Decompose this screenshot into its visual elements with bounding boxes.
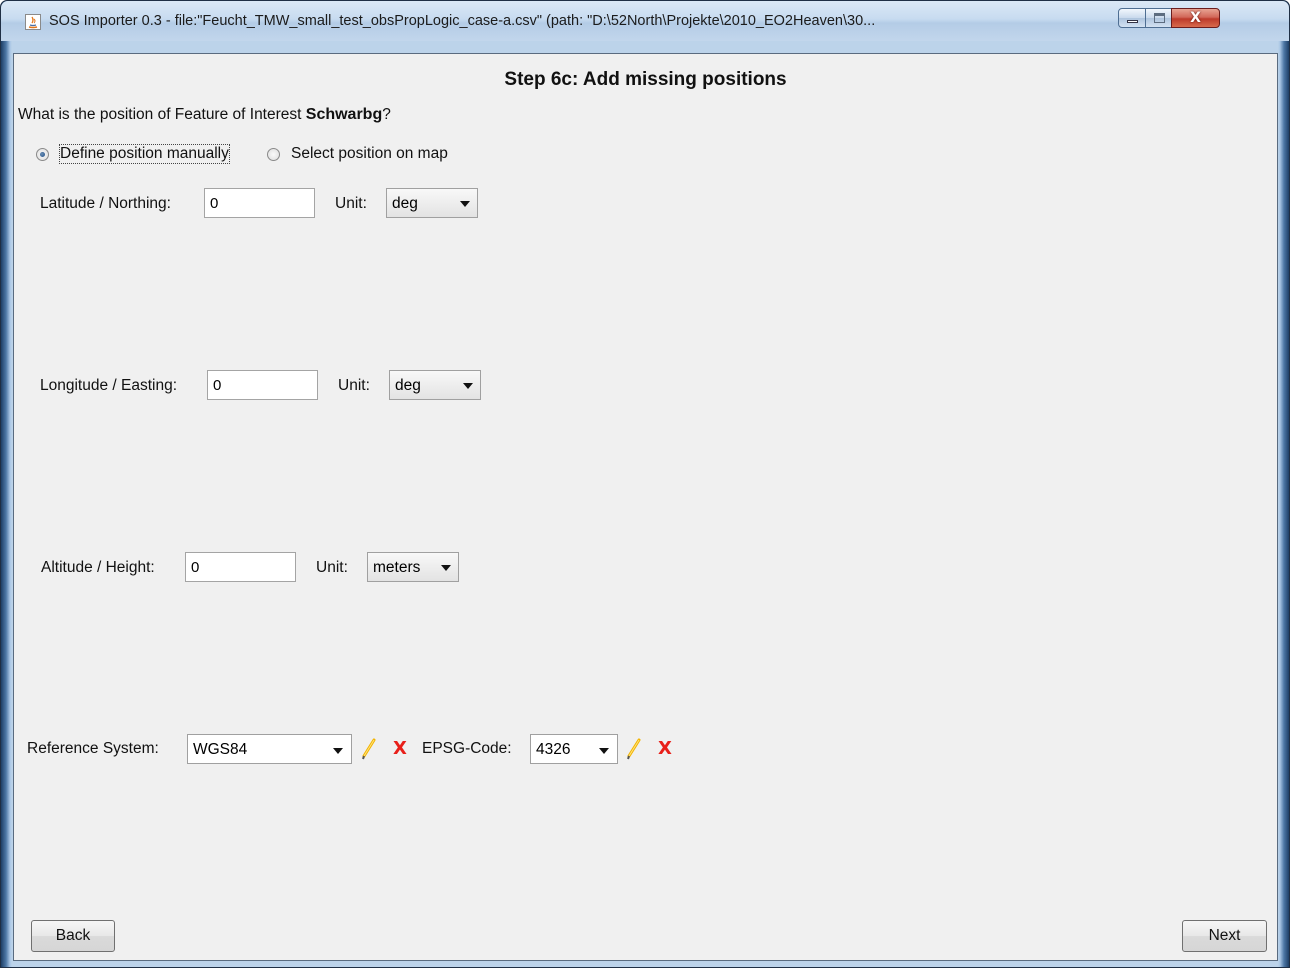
chevron-down-icon: [463, 383, 473, 389]
epsg-code-label: EPSG-Code:: [422, 740, 512, 757]
chevron-down-icon: [333, 748, 343, 754]
latitude-unit-label: Unit:: [335, 195, 367, 212]
java-app-icon: [25, 14, 41, 30]
title-bar[interactable]: SOS Importer 0.3 - file:"Feucht_TMW_smal…: [1, 1, 1289, 41]
define-manually-label[interactable]: Define position manually: [59, 144, 230, 164]
next-button[interactable]: Next: [1182, 920, 1267, 952]
step-heading: Step 6c: Add missing positions: [504, 69, 787, 90]
chevron-down-icon: [460, 201, 470, 207]
epsg-code-select[interactable]: 4326: [530, 734, 618, 764]
close-window-button[interactable]: X: [1171, 8, 1220, 28]
latitude-unit-select[interactable]: deg: [386, 188, 478, 218]
minimize-button[interactable]: [1118, 8, 1146, 28]
question-prefix: What is the position of Feature of Inter…: [18, 106, 306, 123]
select-on-map-label[interactable]: Select position on map: [291, 145, 448, 163]
longitude-label: Longitude / Easting:: [40, 377, 178, 394]
longitude-unit-label: Unit:: [338, 377, 370, 394]
longitude-unit-select[interactable]: deg: [389, 370, 481, 400]
altitude-input[interactable]: 0: [185, 552, 296, 582]
question-suffix: ?: [382, 106, 391, 123]
maximize-button[interactable]: [1145, 8, 1172, 28]
close-icon: X: [1190, 10, 1201, 26]
maximize-icon: [1154, 13, 1165, 23]
altitude-unit-value: meters: [373, 559, 421, 576]
red-x-icon[interactable]: X: [658, 738, 672, 759]
window-title: SOS Importer 0.3 - file:"Feucht_TMW_smal…: [49, 13, 876, 29]
pencil-icon[interactable]: [360, 738, 378, 760]
altitude-label: Altitude / Height:: [41, 559, 155, 576]
feature-of-interest-name: Schwarbg: [305, 106, 383, 123]
pencil-icon[interactable]: [625, 738, 643, 760]
radio-select-on-map[interactable]: [267, 148, 280, 161]
latitude-unit-value: deg: [392, 195, 418, 212]
radio-define-manually[interactable]: [36, 148, 49, 161]
chevron-down-icon: [599, 748, 609, 754]
minimize-icon: [1127, 20, 1138, 23]
red-x-icon[interactable]: X: [393, 738, 407, 759]
chevron-down-icon: [441, 565, 451, 571]
latitude-input[interactable]: 0: [204, 188, 315, 218]
latitude-label: Latitude / Northing:: [40, 195, 171, 212]
reference-system-select[interactable]: WGS84: [187, 734, 352, 764]
reference-system-label: Reference System:: [27, 740, 159, 757]
altitude-unit-label: Unit:: [316, 559, 348, 576]
altitude-unit-select[interactable]: meters: [367, 552, 459, 582]
epsg-code-value: 4326: [536, 741, 571, 758]
position-question: What is the position of Feature of Inter…: [18, 106, 391, 124]
longitude-input[interactable]: 0: [207, 370, 318, 400]
back-button[interactable]: Back: [31, 920, 115, 952]
application-window: SOS Importer 0.3 - file:"Feucht_TMW_smal…: [0, 0, 1290, 968]
reference-system-value: WGS84: [193, 741, 248, 758]
longitude-unit-value: deg: [395, 377, 421, 394]
wizard-panel: Step 6c: Add missing positions What is t…: [13, 53, 1278, 961]
